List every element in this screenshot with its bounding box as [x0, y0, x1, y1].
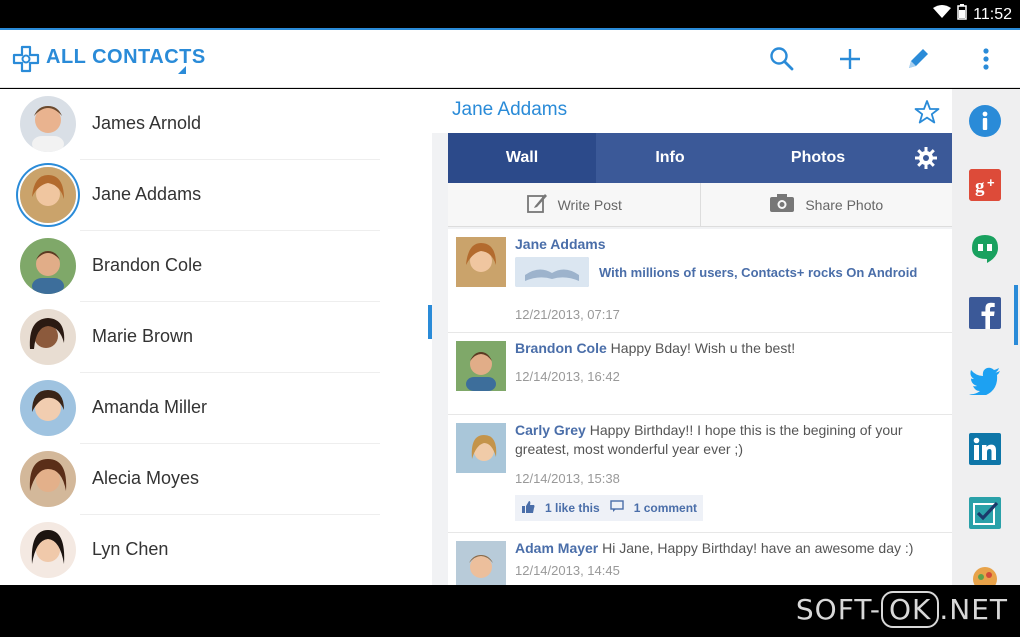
facebook-tabs: Wall Info Photos	[448, 133, 952, 183]
contacts-plus-logo-icon	[12, 45, 40, 73]
overflow-menu-icon[interactable]	[971, 44, 1001, 74]
avatar	[20, 96, 76, 152]
more-icon[interactable]	[969, 561, 1001, 585]
contact-detail-name: Jane Addams	[452, 99, 568, 120]
watermark-text-ok: OK	[880, 591, 940, 628]
linkedin-icon[interactable]	[969, 433, 1001, 465]
watermark: SOFT- OK .NET	[796, 591, 1008, 628]
like-icon	[521, 500, 535, 517]
post-author[interactable]: Jane Addams	[515, 236, 606, 252]
contact-row[interactable]: Marie Brown	[0, 302, 420, 373]
post-date: 12/14/2013, 15:38	[515, 471, 620, 486]
write-post-button[interactable]: Write Post	[448, 183, 700, 226]
post-body: Hi Jane, Happy Birthday! have an awesome…	[598, 540, 914, 556]
status-bar: 11:52	[0, 0, 1020, 28]
shared-link-text: With millions of users, Contacts+ rocks …	[599, 264, 918, 280]
detail-header: Jane Addams	[432, 89, 952, 133]
post-avatar	[456, 341, 506, 391]
post-date: 12/14/2013, 14:45	[515, 563, 620, 578]
battery-icon	[957, 4, 967, 25]
tab-photos[interactable]: Photos	[744, 133, 892, 183]
social-rail: g +	[952, 89, 1020, 585]
comment-icon	[610, 500, 624, 516]
post-date: 12/21/2013, 07:17	[515, 307, 620, 322]
search-icon[interactable]	[767, 44, 797, 74]
rail-selection-indicator	[1014, 285, 1018, 345]
post-author[interactable]: Brandon Cole	[515, 340, 607, 356]
post-text: Jane Addams	[515, 235, 945, 254]
avatar	[20, 167, 76, 223]
write-post-icon	[526, 192, 548, 217]
avatar	[20, 309, 76, 365]
avatar	[20, 451, 76, 507]
contact-detail-pane: Jane Addams Wall Info Photos Write Post	[432, 89, 952, 585]
contact-row[interactable]: Alecia Moyes	[0, 444, 420, 515]
post-date: 12/14/2013, 16:42	[515, 369, 620, 384]
avatar	[20, 380, 76, 436]
watermark-text-right: .NET	[939, 593, 1008, 626]
contact-name: James Arnold	[92, 113, 202, 133]
contact-name: Jane Addams	[92, 184, 202, 204]
post-avatar	[456, 237, 506, 287]
write-post-label: Write Post	[557, 196, 622, 213]
avatar	[20, 238, 76, 294]
google-plus-icon[interactable]: g +	[969, 169, 1001, 201]
shared-link[interactable]: With millions of users, Contacts+ rocks …	[515, 257, 917, 287]
contact-name: Lyn Chen	[92, 539, 169, 559]
contact-row[interactable]: Brandon Cole	[0, 231, 420, 302]
contact-row-selected[interactable]: Jane Addams	[0, 160, 420, 231]
svg-text:+: +	[987, 175, 995, 190]
favorite-star-icon[interactable]	[914, 99, 940, 130]
wall-post[interactable]: Brandon Cole Happy Bday! Wish u the best…	[448, 333, 952, 415]
post-author[interactable]: Adam Mayer	[515, 540, 598, 556]
contact-row[interactable]: James Arnold	[0, 89, 420, 160]
tasks-icon[interactable]	[969, 497, 1001, 529]
wall-post[interactable]: Adam Mayer Hi Jane, Happy Birthday! have…	[448, 533, 952, 585]
avatar	[20, 522, 76, 578]
share-photo-label: Share Photo	[805, 196, 884, 213]
post-body: Happy Bday! Wish u the best!	[606, 340, 796, 356]
post-text: Brandon Cole Happy Bday! Wish u the best…	[515, 339, 945, 358]
app-screen: 11:52 ALL CONTACTS James Arnold Jane Add…	[0, 0, 1020, 637]
contact-row[interactable]: Amanda Miller	[0, 373, 420, 444]
post-text: Adam Mayer Hi Jane, Happy Birthday! have…	[515, 539, 945, 558]
contact-name: Brandon Cole	[92, 255, 203, 275]
post-text: Carly Grey Happy Birthday!! I hope this …	[515, 421, 945, 459]
add-contact-icon[interactable]	[835, 44, 865, 74]
edit-pencil-icon[interactable]	[903, 44, 933, 74]
contact-name: Alecia Moyes	[92, 468, 200, 488]
like-count[interactable]: 1 like this	[545, 501, 600, 515]
action-bar: ALL CONTACTS	[0, 28, 1020, 88]
shared-link-thumbnail	[515, 257, 589, 287]
share-photo-button[interactable]: Share Photo	[699, 183, 953, 226]
dropdown-caret-icon	[178, 66, 186, 74]
post-author[interactable]: Carly Grey	[515, 422, 586, 438]
contact-name: Marie Brown	[92, 326, 194, 346]
tab-info[interactable]: Info	[596, 133, 744, 183]
contact-name: Amanda Miller	[92, 397, 208, 417]
contact-list: James Arnold Jane Addams Brandon Cole Ma…	[0, 89, 432, 585]
post-avatar	[456, 423, 506, 473]
wall-post[interactable]: Jane Addams With millions of users, Cont…	[448, 229, 952, 333]
twitter-icon[interactable]	[969, 365, 1001, 397]
gear-icon[interactable]	[914, 146, 938, 175]
status-time: 11:52	[973, 5, 1012, 23]
like-comment-bar: 1 like this 1 comment	[515, 495, 703, 521]
wall-posts: Jane Addams With millions of users, Cont…	[448, 229, 952, 585]
camera-icon	[769, 193, 795, 216]
wifi-icon	[933, 5, 952, 24]
post-actions: Write Post Share Photo	[448, 183, 952, 227]
comment-count[interactable]: 1 comment	[634, 501, 697, 515]
info-icon[interactable]	[969, 105, 1001, 137]
facebook-icon[interactable]	[969, 297, 1001, 329]
contact-row[interactable]: Lyn Chen	[0, 515, 420, 586]
hangouts-icon[interactable]	[969, 233, 1001, 265]
tab-wall[interactable]: Wall	[448, 133, 596, 183]
post-avatar	[456, 541, 506, 585]
watermark-text-left: SOFT-	[795, 593, 881, 626]
svg-text:g: g	[975, 176, 985, 197]
wall-post[interactable]: Carly Grey Happy Birthday!! I hope this …	[448, 415, 952, 533]
